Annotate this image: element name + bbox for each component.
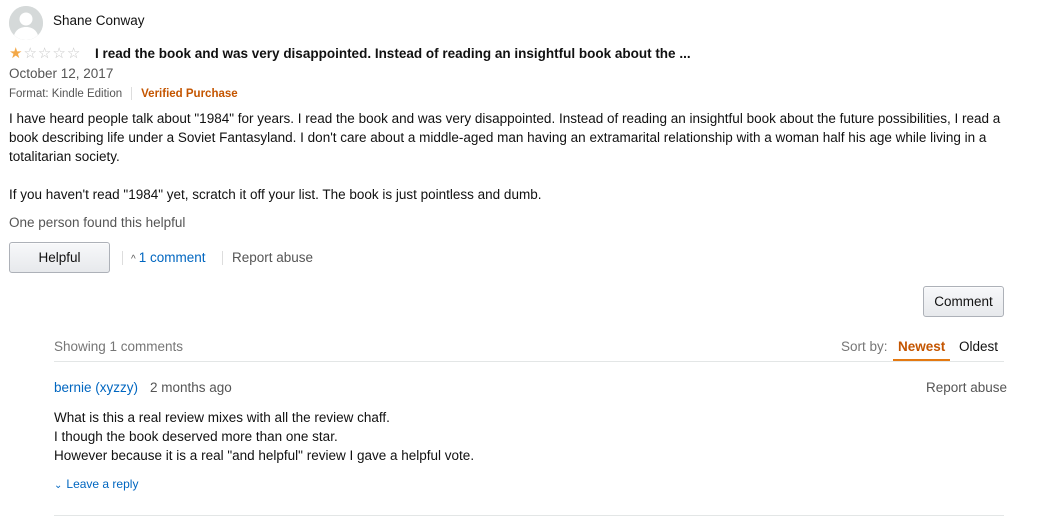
star-empty-icon: ☆ — [37, 45, 52, 62]
comment-author-link[interactable]: bernie (xyzzy) — [54, 380, 138, 395]
action-divider — [222, 251, 223, 265]
leave-reply-label: Leave a reply — [66, 477, 139, 491]
review-title[interactable]: I read the book and was very disappointe… — [95, 46, 691, 61]
reviewer-name[interactable]: Shane Conway — [53, 13, 145, 28]
format-label[interactable]: Format: Kindle Edition — [9, 88, 122, 100]
reviewer-avatar[interactable] — [9, 6, 43, 40]
helpful-button[interactable]: Helpful — [9, 242, 110, 273]
helpful-count: One person found this helpful — [9, 215, 186, 230]
comments-toggle-link[interactable]: ^ 1 comment — [131, 250, 205, 265]
comment-line: However because it is a real "and helpfu… — [54, 448, 475, 463]
leave-reply-link[interactable]: ⌄ Leave a reply — [54, 477, 138, 491]
review-date: October 12, 2017 — [9, 66, 114, 81]
review-body: I have heard people talk about "1984" fo… — [9, 109, 1029, 204]
comment-time: 2 months ago — [150, 380, 232, 395]
comment-body: What is this a real review mixes with al… — [54, 408, 474, 465]
comments-divider — [54, 361, 1004, 362]
comment-line: What is this a real review mixes with al… — [54, 410, 390, 425]
chevron-up-icon: ^ — [131, 254, 136, 265]
action-divider — [122, 251, 123, 265]
comment-line: I though the book deserved more than one… — [54, 429, 338, 444]
comment-button[interactable]: Comment — [923, 286, 1004, 317]
comment-report-abuse-link[interactable]: Report abuse — [926, 380, 1007, 395]
star-empty-icon: ☆ — [52, 45, 66, 62]
star-empty-icon: ☆ — [23, 45, 37, 62]
review-paragraph: If you haven't read "1984" yet, scratch … — [9, 187, 542, 202]
star-rating[interactable]: ★ ☆ ☆ ☆ ☆ — [9, 46, 80, 61]
user-silhouette-icon — [9, 6, 43, 40]
comments-count-text: Showing 1 comments — [54, 339, 184, 354]
verified-purchase-badge: Verified Purchase — [141, 87, 238, 100]
report-abuse-link[interactable]: Report abuse — [232, 250, 313, 265]
comment-bottom-divider — [54, 515, 1004, 516]
star-empty-icon: ☆ — [66, 45, 81, 62]
sort-newest-tab[interactable]: Newest — [898, 339, 945, 354]
star-filled-icon: ★ — [9, 45, 23, 62]
review-paragraph: I have heard people talk about "1984" fo… — [9, 111, 1001, 164]
comments-count-label: 1 comment — [138, 250, 206, 265]
chevron-down-icon: ⌄ — [54, 480, 63, 491]
meta-divider — [131, 87, 133, 100]
review-meta: Format: Kindle Edition Verified Purchase — [9, 87, 238, 100]
sort-oldest-tab[interactable]: Oldest — [959, 339, 998, 354]
sort-label: Sort by: — [841, 339, 888, 354]
